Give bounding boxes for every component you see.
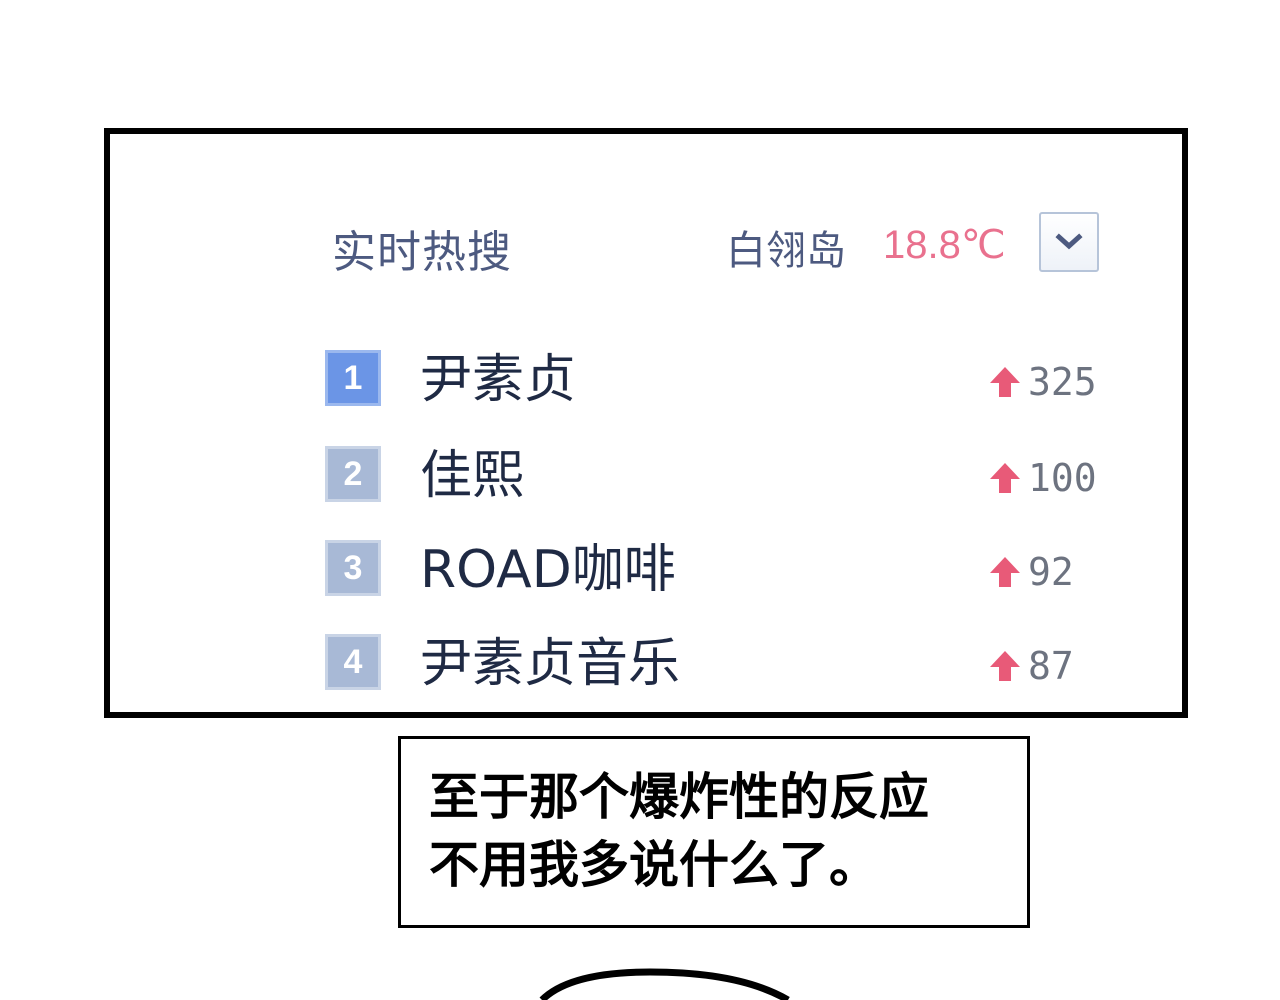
caption-line-2: 不用我多说什么了。	[429, 836, 879, 894]
trend-indicator: 87	[988, 644, 1074, 688]
speech-bubble-outline	[539, 968, 790, 1000]
trend-count: 325	[1028, 360, 1097, 404]
trend-up-icon	[990, 367, 1020, 397]
hot-search-panel: 实时热搜 白翎岛 18.8℃ 1 尹素贞 325 2 佳熙 100 3 ROAD…	[104, 128, 1188, 718]
trend-up-icon	[990, 463, 1020, 493]
chevron-down-icon	[1055, 233, 1083, 250]
temperature-label: 18.8℃	[883, 223, 1006, 267]
rank-badge: 3	[325, 540, 381, 596]
caption-line-1: 至于那个爆炸性的反应	[429, 768, 929, 826]
hot-list-item-1[interactable]: 1 尹素贞 325	[110, 350, 1182, 410]
rank-badge: 1	[325, 350, 381, 406]
hot-list-item-2[interactable]: 2 佳熙 100	[110, 446, 1182, 506]
rank-badge: 4	[325, 634, 381, 690]
narration-caption-box: 至于那个爆炸性的反应 不用我多说什么了。	[398, 736, 1030, 928]
trend-indicator: 92	[988, 550, 1074, 594]
location-dropdown-button[interactable]	[1039, 212, 1099, 272]
rank-badge: 2	[325, 446, 381, 502]
location-label: 白翎岛	[726, 228, 846, 274]
panel-title: 实时热搜	[332, 227, 512, 278]
trend-count: 87	[1028, 644, 1074, 688]
hot-list-item-3[interactable]: 3 ROAD咖啡 92	[110, 540, 1182, 600]
trend-count: 92	[1028, 550, 1074, 594]
trend-up-icon	[990, 651, 1020, 681]
trend-indicator: 100	[988, 456, 1097, 500]
trend-indicator: 325	[988, 360, 1097, 404]
hot-item-name[interactable]: 尹素贞音乐	[420, 634, 680, 694]
hot-item-name[interactable]: 佳熙	[420, 446, 524, 506]
hot-item-name[interactable]: 尹素贞	[420, 350, 576, 410]
trend-count: 100	[1028, 456, 1097, 500]
hot-list-item-4[interactable]: 4 尹素贞音乐 87	[110, 634, 1182, 694]
hot-item-name[interactable]: ROAD咖啡	[420, 540, 676, 600]
trend-up-icon	[990, 557, 1020, 587]
